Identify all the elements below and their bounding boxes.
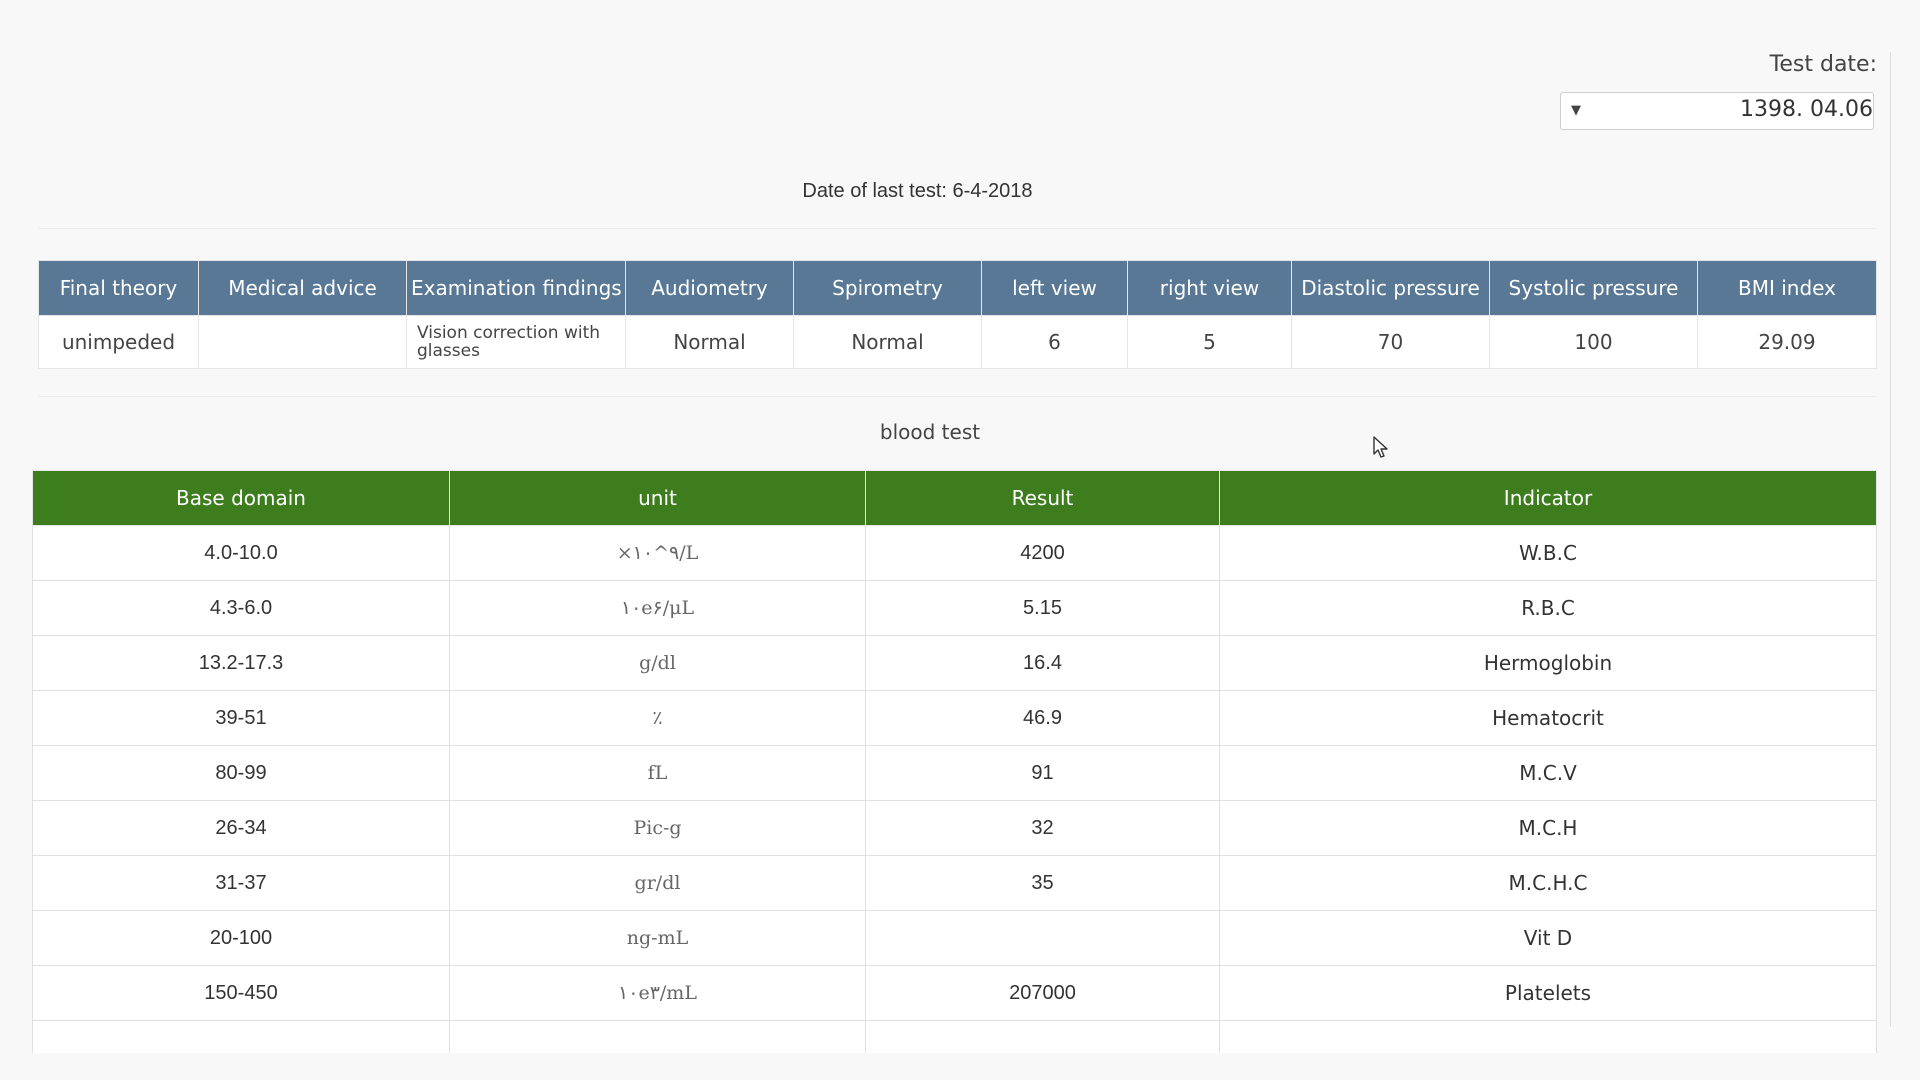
divider: [38, 396, 1876, 397]
table-row-partial: [32, 1020, 1877, 1053]
exam-cell-bmi-index: 29.09: [1697, 315, 1877, 369]
table-row: 26-34 Pic-g 32 M.C.H: [32, 800, 1877, 856]
table-row: 4.0-10.0 ×۱۰^۹/L 4200 W.B.C: [32, 525, 1877, 581]
test-date-value: 1398. 04.06: [1740, 97, 1873, 122]
unit-cell: g/dl: [449, 635, 866, 691]
base-domain-cell: 20-100: [32, 910, 450, 966]
indicator-cell: [1219, 1020, 1877, 1053]
result-cell: 5.15: [865, 580, 1220, 636]
indicator-cell: Hematocrit: [1219, 690, 1877, 746]
unit-cell: ۱۰e۶/μL: [449, 580, 866, 636]
exam-cell-audiometry: Normal: [625, 315, 794, 369]
exam-cell-left-view: 6: [981, 315, 1128, 369]
table-row: 4.3-6.0 ۱۰e۶/μL 5.15 R.B.C: [32, 580, 1877, 636]
base-domain-cell: 150-450: [32, 965, 450, 1021]
exam-cell-medical-advice: [198, 315, 407, 369]
chevron-down-icon[interactable]: ▼: [1571, 103, 1581, 118]
result-cell: 46.9: [865, 690, 1220, 746]
blood-test-table: Base domain unit Result Indicator 4.0-10…: [32, 470, 1877, 1053]
exam-cell-systolic-pressure: 100: [1489, 315, 1698, 369]
unit-cell: fL: [449, 745, 866, 801]
exam-col-spirometry: Spirometry: [793, 260, 982, 316]
exam-col-examination-findings: Examination findings: [406, 260, 626, 316]
indicator-cell: M.C.H.C: [1219, 855, 1877, 911]
test-date-select[interactable]: ▼ 1398. 04.06: [1560, 92, 1874, 130]
exam-cell-right-view: 5: [1127, 315, 1292, 369]
exam-col-systolic-pressure: Systolic pressure: [1489, 260, 1698, 316]
last-test-date: Date of last test: 6-4-2018: [802, 180, 1033, 202]
table-row: 80-99 fL 91 M.C.V: [32, 745, 1877, 801]
result-cell: 16.4: [865, 635, 1220, 691]
unit-cell: gr/dl: [449, 855, 866, 911]
indicator-cell: Vit D: [1219, 910, 1877, 966]
exam-row: unimpeded Vision correction with glasses…: [38, 315, 1877, 369]
test-date-label: Test date:: [1769, 52, 1877, 77]
indicator-cell: M.C.V: [1219, 745, 1877, 801]
blood-col-result: Result: [865, 470, 1220, 526]
indicator-cell: W.B.C: [1219, 525, 1877, 581]
examination-table: Final theory Medical advice Examination …: [38, 260, 1877, 369]
unit-cell: Pic-g: [449, 800, 866, 856]
table-row: 20-100 ng-mL Vit D: [32, 910, 1877, 966]
unit-cell: [449, 1020, 866, 1053]
base-domain-cell: [32, 1020, 450, 1053]
divider: [38, 228, 1876, 229]
exam-cell-diastolic-pressure: 70: [1291, 315, 1490, 369]
page-right-border: [1890, 52, 1891, 1027]
blood-header-row: Base domain unit Result Indicator: [32, 470, 1877, 526]
exam-col-bmi-index: BMI index: [1697, 260, 1877, 316]
indicator-cell: R.B.C: [1219, 580, 1877, 636]
result-cell: 32: [865, 800, 1220, 856]
table-row: 31-37 gr/dl 35 M.C.H.C: [32, 855, 1877, 911]
base-domain-cell: 80-99: [32, 745, 450, 801]
base-domain-cell: 31-37: [32, 855, 450, 911]
exam-col-medical-advice: Medical advice: [198, 260, 407, 316]
exam-col-right-view: right view: [1127, 260, 1292, 316]
exam-cell-spirometry: Normal: [793, 315, 982, 369]
exam-cell-final-theory: unimpeded: [38, 315, 199, 369]
base-domain-cell: 4.3-6.0: [32, 580, 450, 636]
indicator-cell: Hermoglobin: [1219, 635, 1877, 691]
base-domain-cell: 4.0-10.0: [32, 525, 450, 581]
unit-cell: ng-mL: [449, 910, 866, 966]
table-row: 39-51 ٪ 46.9 Hematocrit: [32, 690, 1877, 746]
unit-cell: ٪: [449, 690, 866, 746]
exam-col-audiometry: Audiometry: [625, 260, 794, 316]
table-row: 150-450 ۱۰e۳/mL 207000 Platelets: [32, 965, 1877, 1021]
result-cell: 207000: [865, 965, 1220, 1021]
exam-col-final-theory: Final theory: [38, 260, 199, 316]
unit-cell: ۱۰e۳/mL: [449, 965, 866, 1021]
blood-col-base-domain: Base domain: [32, 470, 450, 526]
result-cell: 91: [865, 745, 1220, 801]
indicator-cell: Platelets: [1219, 965, 1877, 1021]
base-domain-cell: 13.2-17.3: [32, 635, 450, 691]
indicator-cell: M.C.H: [1219, 800, 1877, 856]
result-cell: [865, 1020, 1220, 1053]
exam-col-diastolic-pressure: Diastolic pressure: [1291, 260, 1490, 316]
unit-cell: ×۱۰^۹/L: [449, 525, 866, 581]
blood-col-indicator: Indicator: [1219, 470, 1877, 526]
table-row: 13.2-17.3 g/dl 16.4 Hermoglobin: [32, 635, 1877, 691]
exam-header-row: Final theory Medical advice Examination …: [38, 260, 1877, 316]
result-cell: 4200: [865, 525, 1220, 581]
blood-test-title: blood test: [879, 420, 981, 444]
blood-col-unit: unit: [449, 470, 866, 526]
mouse-pointer-icon: [1373, 436, 1388, 458]
base-domain-cell: 39-51: [32, 690, 450, 746]
base-domain-cell: 26-34: [32, 800, 450, 856]
result-cell: [865, 910, 1220, 966]
result-cell: 35: [865, 855, 1220, 911]
exam-cell-examination-findings: Vision correction with glasses: [406, 315, 626, 369]
exam-col-left-view: left view: [981, 260, 1128, 316]
